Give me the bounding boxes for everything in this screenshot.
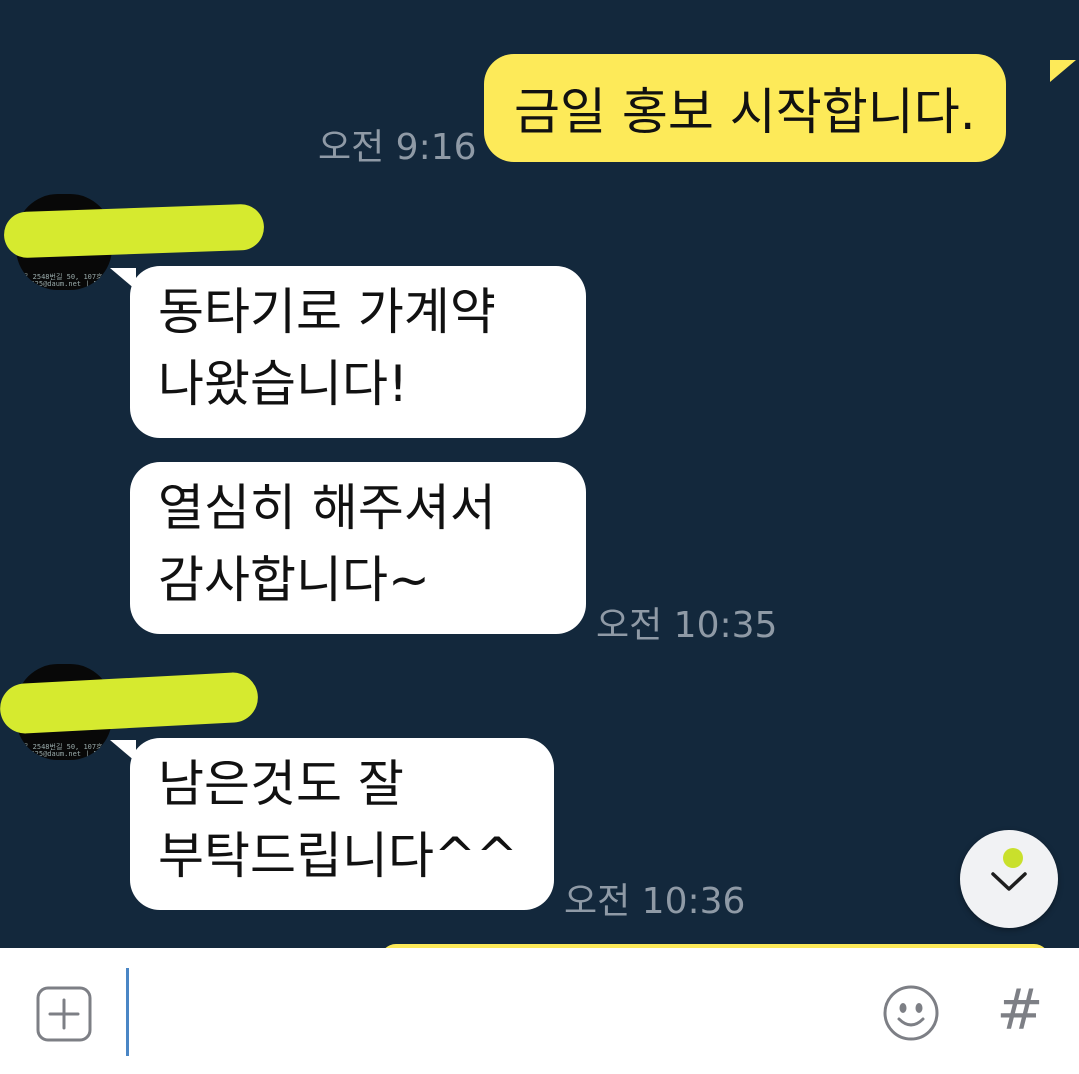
their-message-bubble[interactable]: 동타기로 가계약 나왔습니다!	[130, 266, 586, 438]
message-timestamp: 오전 10:36	[564, 881, 746, 922]
message-text: 남은것도 잘	[158, 755, 404, 813]
message-input-bar: #	[0, 948, 1079, 1074]
hashtag-icon: #	[996, 978, 1044, 1043]
smiley-icon	[883, 985, 939, 1041]
bubble-tail	[110, 740, 136, 762]
bubble-tail	[1050, 60, 1076, 82]
chevron-down-icon	[991, 872, 1027, 891]
emoji-button[interactable]	[882, 984, 940, 1046]
message-text: 부탁드립니다^^	[158, 827, 518, 885]
message-text: 동타기로 가계약	[158, 283, 496, 341]
message-timestamp: 오전 9:16	[318, 127, 477, 168]
bubble-tail	[110, 268, 136, 290]
message-text: 열심히 해주셔서	[158, 479, 496, 537]
sender-name-redaction	[3, 203, 265, 259]
message-input-field[interactable]	[126, 968, 129, 1056]
their-message-bubble[interactable]: 열심히 해주셔서 감사합니다~	[130, 462, 586, 634]
hashtag-button[interactable]: #	[990, 976, 1050, 1046]
message-text: 금일 홍보 시작합니다.	[514, 83, 976, 141]
avatar-caption-line: m0425@daum.net | Rap // ayster	[22, 750, 112, 758]
attach-button[interactable]	[36, 986, 92, 1046]
message-timestamp: 오전 10:35	[596, 605, 778, 646]
my-message-bubble[interactable]: 금일 홍보 시작합니다.	[484, 54, 1006, 162]
chat-area[interactable]: 오전 9:16 금일 홍보 시작합니다. 로 2548번길 50, 107호 m…	[0, 0, 1079, 948]
avatar-caption-line: m0425@daum.net | Rap // ayster	[22, 280, 112, 288]
new-message-indicator	[1003, 848, 1023, 868]
message-text: 나왔습니다!	[158, 355, 409, 413]
scroll-to-bottom-button[interactable]	[960, 830, 1058, 928]
plus-square-icon	[36, 986, 92, 1042]
message-text: 감사합니다~	[158, 551, 430, 609]
their-message-bubble[interactable]: 남은것도 잘 부탁드립니다^^	[130, 738, 554, 910]
